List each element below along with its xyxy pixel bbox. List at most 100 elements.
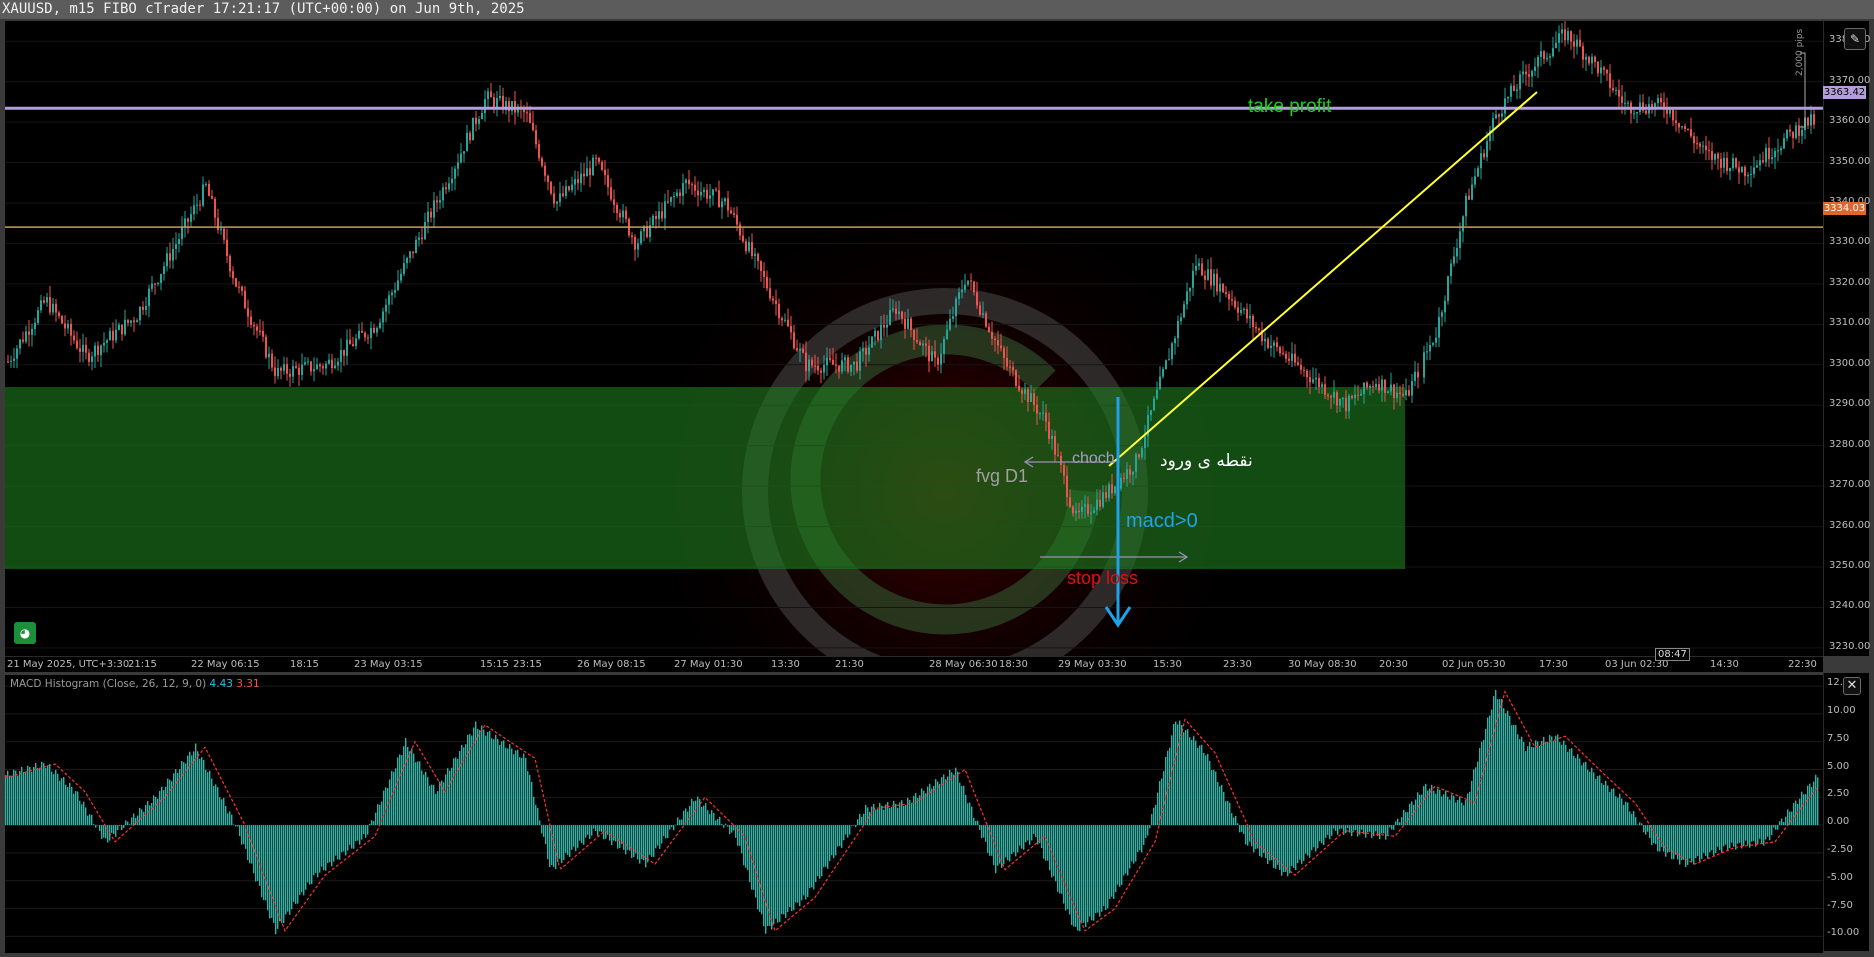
macd-bar xyxy=(1165,756,1167,826)
macd-bar xyxy=(995,825,997,874)
candle-body xyxy=(70,323,72,336)
macd-bar xyxy=(343,825,345,852)
macd-bar xyxy=(739,825,741,846)
candle-body xyxy=(370,327,372,338)
macd-bar xyxy=(697,796,699,826)
macd-pane[interactable] xyxy=(5,673,1823,953)
macd-bar xyxy=(97,824,99,826)
macd-bar xyxy=(427,777,429,826)
macd-bar xyxy=(249,825,251,864)
macd-bar xyxy=(1043,825,1045,859)
macd-bar xyxy=(467,734,469,826)
macd-bar xyxy=(837,825,839,847)
choch-label: choch xyxy=(1072,450,1115,467)
candle-body xyxy=(1009,366,1011,368)
macd-bar xyxy=(1709,825,1711,853)
macd-bar xyxy=(1221,784,1223,826)
macd-bar xyxy=(87,815,89,826)
macd-bar xyxy=(883,809,885,826)
macd-bar xyxy=(1763,825,1765,846)
candle-body xyxy=(1423,352,1425,378)
macd-bar xyxy=(527,771,529,826)
macd-axis-label: 7.50 xyxy=(1827,732,1850,744)
macd-bar xyxy=(1649,825,1651,839)
macd-bar xyxy=(687,811,689,826)
macd-bar xyxy=(835,825,837,856)
candle-body xyxy=(1534,66,1536,71)
macd-bar xyxy=(543,825,545,837)
edit-square-icon[interactable]: ✎ xyxy=(1844,28,1866,50)
robot-icon[interactable]: ◕ xyxy=(14,622,36,644)
macd-bar xyxy=(1203,752,1205,826)
macd-bar xyxy=(423,774,425,826)
macd-bar xyxy=(817,825,819,876)
candle-body xyxy=(1276,342,1278,348)
macd-bar xyxy=(607,825,609,835)
macd-bar xyxy=(1705,825,1707,856)
candle-body xyxy=(1615,89,1617,91)
candle-body xyxy=(1549,56,1551,58)
macd-bar xyxy=(1445,790,1447,826)
macd-bar xyxy=(37,768,39,826)
candle-body xyxy=(1612,87,1614,91)
macd-bar xyxy=(1227,800,1229,826)
macd-bar xyxy=(231,814,233,826)
candle-body xyxy=(373,327,375,333)
time-axis-label: 28 May 06:30 xyxy=(929,659,998,670)
candle-body xyxy=(1597,62,1599,74)
macd-bar xyxy=(77,791,79,826)
candle-body xyxy=(550,181,552,194)
candle-body xyxy=(184,218,186,228)
candle-body xyxy=(1363,382,1365,394)
candle-body xyxy=(913,329,915,341)
macd-bar xyxy=(1631,813,1633,826)
macd-bar xyxy=(1239,825,1241,833)
time-axis-label: 27 May 01:30 xyxy=(674,659,743,670)
candle-body xyxy=(1234,300,1236,308)
macd-bar xyxy=(1429,788,1431,826)
macd-bar xyxy=(1489,715,1491,826)
macd-bar xyxy=(167,778,169,826)
macd-bar xyxy=(15,770,17,826)
macd-bar xyxy=(501,741,503,826)
macd-bar xyxy=(841,825,843,848)
candle-body xyxy=(124,319,126,335)
candle-body xyxy=(1678,123,1680,128)
macd-bar xyxy=(555,825,557,870)
macd-bar xyxy=(1195,740,1197,826)
price-chart-pane[interactable] xyxy=(5,21,1823,656)
candle-body xyxy=(559,193,561,202)
candle-body xyxy=(250,316,252,325)
candle-body xyxy=(1693,136,1695,144)
candle-body xyxy=(1219,283,1221,292)
macd-bar xyxy=(1675,825,1677,855)
macd-bar xyxy=(805,825,807,900)
close-icon[interactable]: ✕ xyxy=(1843,677,1861,695)
candle-body xyxy=(1720,158,1722,168)
candle-body xyxy=(1288,358,1290,361)
candle-body xyxy=(403,263,405,274)
candle-body xyxy=(976,292,978,306)
macd-bar xyxy=(923,790,925,826)
macd-bar xyxy=(1803,794,1805,826)
macd-bar xyxy=(447,768,449,826)
candle-body xyxy=(868,347,870,355)
macd-bar xyxy=(405,737,407,826)
macd-bar xyxy=(1437,788,1439,826)
candle-body xyxy=(1702,145,1704,147)
candle-body xyxy=(445,187,447,190)
candle-body xyxy=(1045,412,1047,422)
macd-bar xyxy=(1457,799,1459,826)
macd-bar xyxy=(363,825,365,834)
macd-bar xyxy=(1673,825,1675,860)
candle-body xyxy=(364,332,366,338)
macd-bar xyxy=(1707,825,1709,859)
macd-bar xyxy=(1601,783,1603,826)
macd-bar xyxy=(1083,825,1085,923)
macd-bar xyxy=(439,781,441,826)
candle-body xyxy=(1237,307,1239,313)
candle-body xyxy=(640,231,642,244)
macd-bar xyxy=(437,791,439,826)
candle-body xyxy=(439,200,441,203)
macd-bar xyxy=(987,825,989,853)
